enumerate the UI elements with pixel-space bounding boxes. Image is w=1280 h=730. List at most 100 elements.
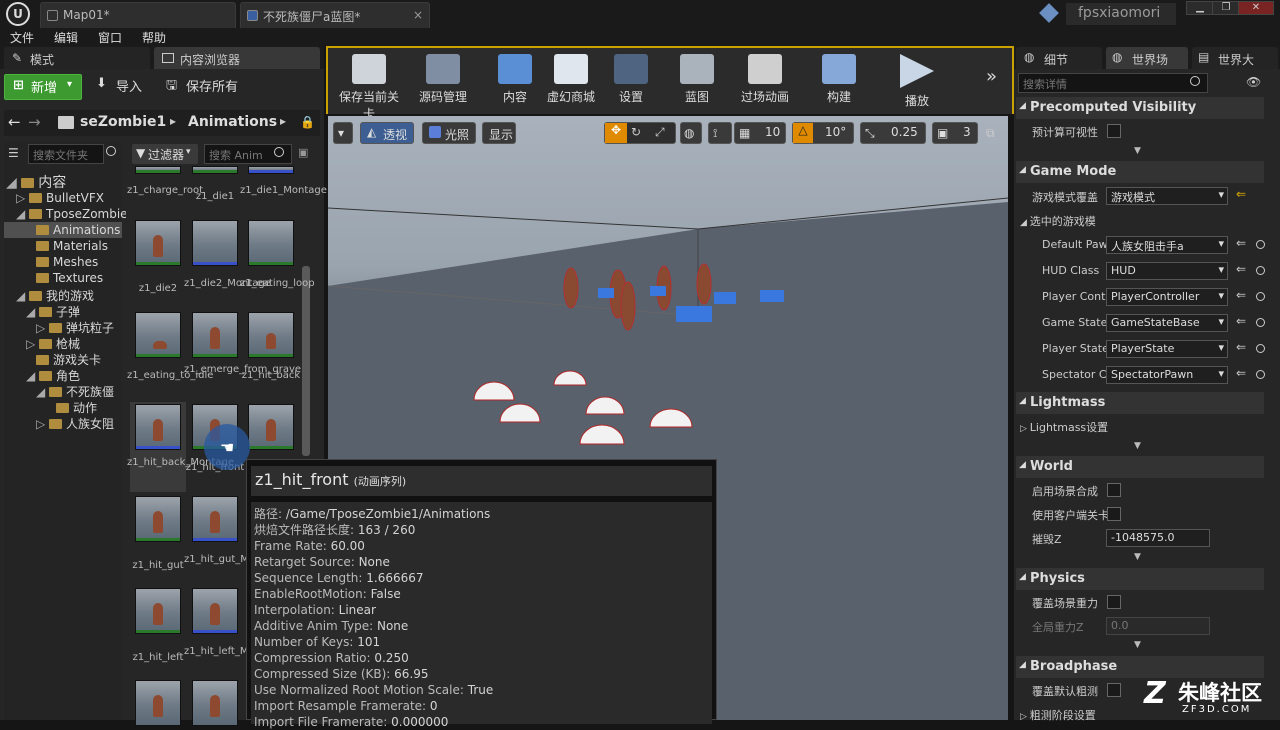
maximize-viewport-icon[interactable]: ⧉ [986,126,995,141]
asset-thumbnail[interactable] [192,588,238,634]
asset-thumbnail[interactable] [192,220,238,266]
tree-bulletvfx[interactable]: ▷ BulletVFX [16,191,104,205]
close-button[interactable]: ✕ [1238,1,1274,15]
game-mode-override-combo[interactable]: 游戏模式 [1106,187,1228,205]
forward-icon[interactable]: → [28,113,41,131]
scale-snap-button[interactable]: ⤡ 0.25 [860,122,926,144]
tree-animations[interactable]: Animations [36,223,120,237]
use-selected-icon[interactable]: ⇐ [1236,236,1246,250]
tree-actions[interactable]: 动作 [56,399,97,416]
asset-thumbnail[interactable] [248,404,294,450]
asset-thumbnail[interactable] [135,680,181,726]
cinematics-button[interactable]: 过场动画 [730,50,800,106]
tree-tposezombie[interactable]: ◢ TposeZombie [16,207,128,221]
client-navigation-checkbox[interactable] [1107,507,1121,521]
game-state-combo[interactable]: GameStateBase [1106,314,1228,332]
path-arrow-icon[interactable]: ▸ [280,114,286,128]
tree-textures[interactable]: Textures [36,271,103,285]
tree-meshes[interactable]: Meshes [36,255,98,269]
move-icon[interactable]: ✥ [605,123,627,143]
use-selected-icon[interactable]: ⇐ [1236,262,1246,276]
tree-undead[interactable]: ◢ 不死族僵 [36,383,114,400]
tree-my-game[interactable]: ◢ 我的游戏 [16,287,94,304]
search-icon[interactable] [1256,370,1265,379]
tree-crater-particles[interactable]: ▷ 弹坑粒子 [36,319,114,336]
camera-speed-button[interactable]: ▣ 3 [932,122,978,144]
path-folder[interactable]: seZombie1 [80,114,166,130]
broadphase-settings-label[interactable]: ▷ 粗测阶段设置 [1020,707,1096,723]
browse-icon[interactable]: ⇐ [1236,187,1246,201]
viewport-options-button[interactable]: ▾ [333,122,353,144]
world-local-button[interactable]: ◍ [680,122,702,144]
rotate-icon[interactable]: ↻ [631,125,641,139]
search-icon[interactable] [1256,318,1265,327]
more-icon[interactable]: » [986,66,997,87]
tab-map01[interactable]: Map01* [40,2,236,28]
asset-thumbnail[interactable] [192,166,238,174]
tab-modes[interactable]: ✎ 模式 [4,47,150,69]
expand-icon[interactable]: ▼ [1134,146,1141,156]
asset-thumbnail[interactable] [135,496,181,542]
blueprints-button[interactable]: 蓝图 [662,50,732,106]
tree-game-levels[interactable]: 游戏关卡 [36,351,101,368]
maximize-button[interactable]: ❐ [1212,1,1240,15]
source-control-icon[interactable] [1039,3,1059,23]
menu-edit[interactable]: 编辑 [54,29,78,46]
grid-snap-button[interactable]: ▦ 10 [734,122,786,144]
section-lightmass[interactable]: ◢ Lightmass [1016,392,1264,414]
use-selected-icon[interactable]: ⇐ [1236,366,1246,380]
transform-tools[interactable]: ✥ ↻ ⤢ [604,122,676,144]
asset-thumbnail[interactable] [135,312,181,358]
import-button[interactable]: ⬇ 导入 [94,74,150,100]
eye-icon[interactable]: 👁 [1246,75,1261,89]
save-current-level-button[interactable]: 保存当前关卡 [334,50,404,121]
player-state-combo[interactable]: PlayerState [1106,340,1228,358]
use-selected-icon[interactable]: ⇐ [1236,340,1246,354]
settings-button[interactable]: 设置 [596,50,666,106]
asset-thumbnail[interactable] [248,312,294,358]
section-precomputed-visibility[interactable]: ◢ Precomputed Visibility [1016,97,1264,119]
folder-tree-toggle-icon[interactable]: ☰ [8,146,19,160]
lit-button[interactable]: 光照 [422,122,476,144]
player-controller-combo[interactable]: PlayerController [1106,288,1228,306]
section-broadphase[interactable]: ◢ Broadphase [1016,656,1264,678]
tab-details[interactable]: ◍ 细节 [1016,47,1102,69]
tree-characters[interactable]: ◢ 角色 [26,367,80,384]
tree-materials[interactable]: Materials [36,239,108,253]
kill-z-input[interactable]: -1048575.0 [1106,529,1210,547]
back-icon[interactable]: ← [8,113,21,131]
asset-thumbnail[interactable] [135,588,181,634]
tab-world-outliner[interactable]: ▤ 世界大 [1192,47,1278,69]
source-control-button[interactable]: 源码管理 [408,50,478,106]
scale-icon[interactable]: ⤢ [655,125,665,140]
asset-thumbnail[interactable] [248,166,294,174]
asset-scrollbar[interactable] [302,266,310,456]
rotation-snap-button[interactable]: △ 10° [792,122,854,144]
tree-weapons[interactable]: ▷ 枪械 [26,335,80,352]
tree-content[interactable]: ◢ 内容 [6,172,66,192]
asset-thumbnail[interactable] [135,404,181,450]
asset-thumbnail[interactable] [192,496,238,542]
asset-thumbnail[interactable] [192,312,238,358]
minimize-button[interactable]: ▁ [1186,1,1214,15]
menu-file[interactable]: 文件 [10,29,34,46]
search-icon[interactable] [1256,240,1265,249]
close-tab-icon[interactable]: × [413,8,423,22]
enable-world-composition-checkbox[interactable] [1107,483,1121,497]
asset-thumbnail[interactable] [135,220,181,266]
add-new-button[interactable]: ⊞ 新增 ▾ [4,74,82,100]
search-icon[interactable] [1256,292,1265,301]
tab-zombie-blueprint[interactable]: 不死族僵尸a蓝图* × [240,2,430,28]
expand-icon[interactable]: ▼ [1134,640,1141,650]
filters-button[interactable]: ▼ 过滤器 ▾ [132,144,198,164]
details-search-input[interactable]: 搜索详情 [1018,73,1208,93]
hud-class-combo[interactable]: HUD [1106,262,1228,280]
folder-search-input[interactable]: 搜索文件夹 [28,144,104,164]
path-animations[interactable]: Animations [188,114,277,130]
section-physics[interactable]: ◢ Physics [1016,568,1264,590]
section-game-mode[interactable]: ◢ Game Mode [1016,161,1264,183]
expand-icon[interactable]: ▼ [1134,441,1141,451]
tab-world-settings[interactable]: ◍ 世界场 [1106,47,1188,69]
asset-thumbnail[interactable] [192,680,238,726]
asset-thumbnail[interactable] [248,220,294,266]
